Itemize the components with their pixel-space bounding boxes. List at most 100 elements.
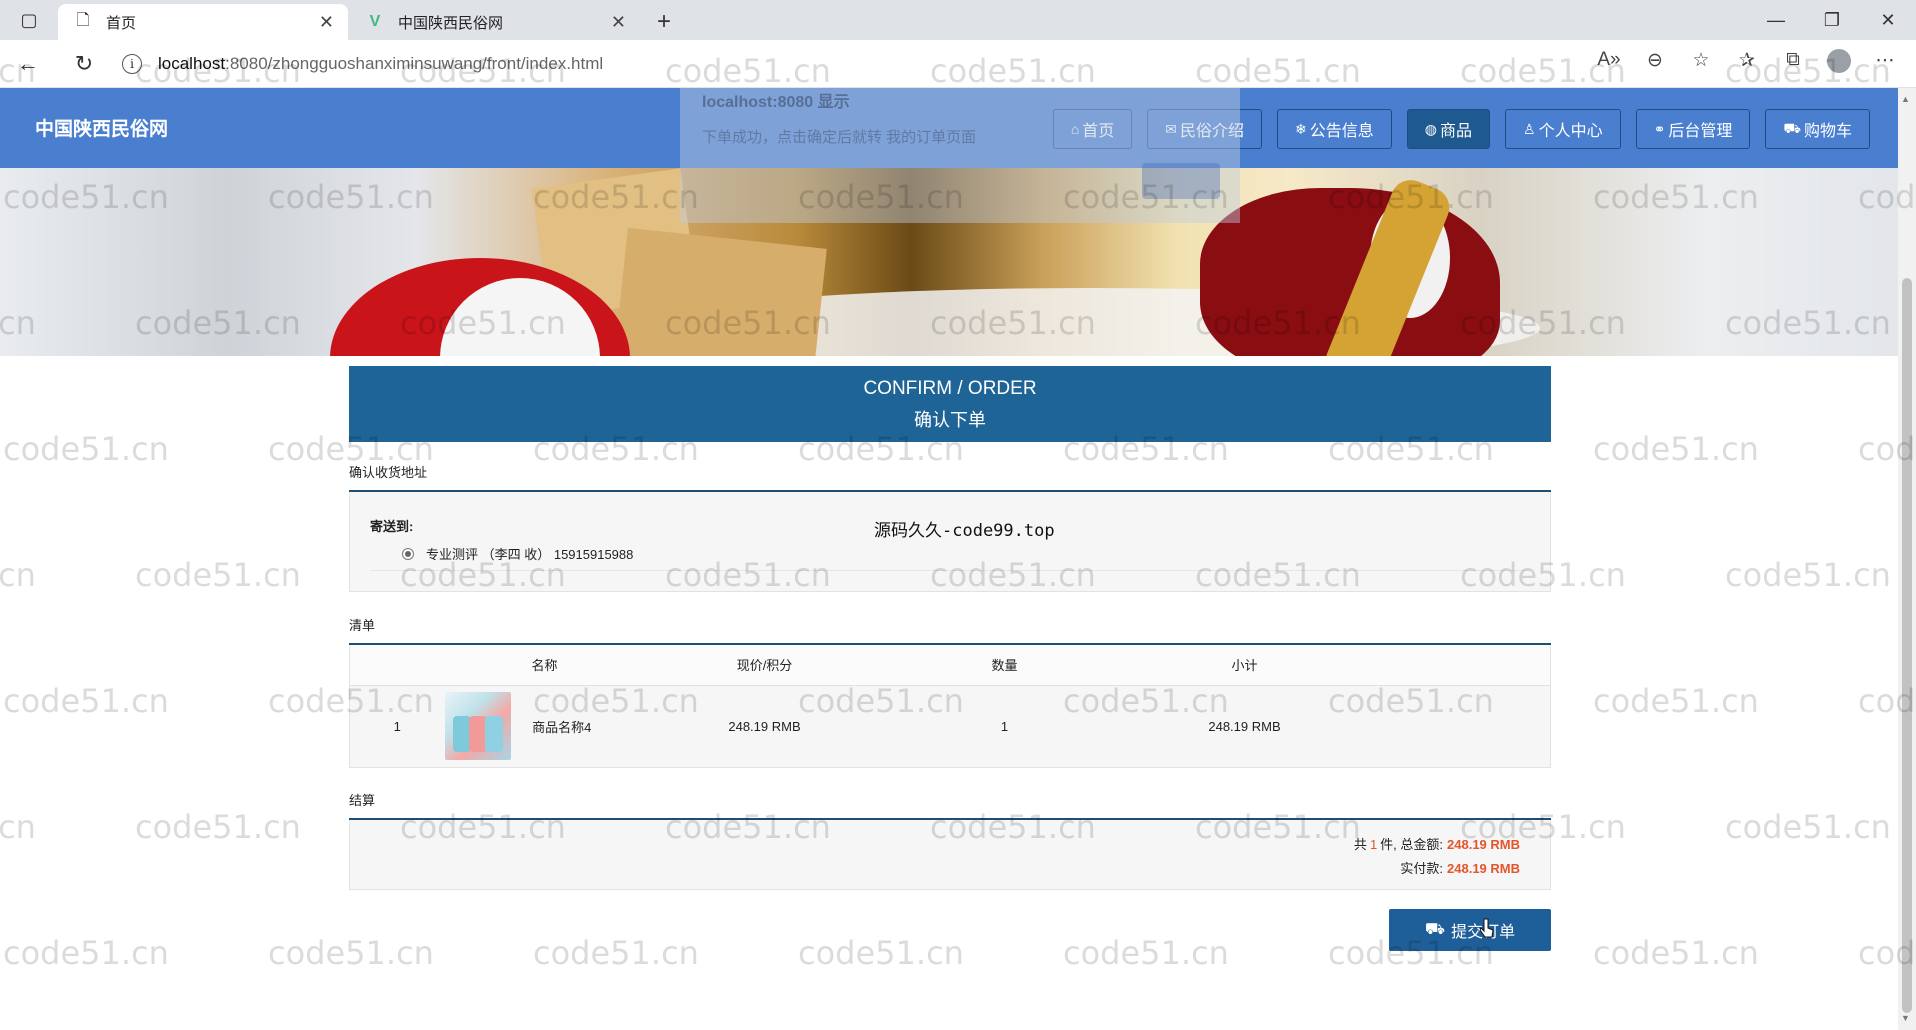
minimize-icon[interactable]: — [1748,0,1804,40]
table-row: 1 商品名称4 248.19 RMB 1 248.19 RMB [350,685,1551,767]
col-price: 现价/积分 [644,645,885,686]
info-icon[interactable]: i [122,53,142,74]
address-section-label: 确认收货地址 [349,465,428,480]
product-thumbnail[interactable] [444,692,511,760]
count-prefix: 共 [1353,836,1367,852]
nav-user-center[interactable]: ♙ 个人中心 [1505,109,1621,149]
row-price: 248.19 RMB [728,718,801,734]
url-field[interactable]: i localhost:8080/zhongguoshanximinsuwang… [122,46,1586,82]
cart-icon: ⛟ [1783,119,1801,136]
alert-message: 下单成功，点击确定后就转 我的订单页面 [702,129,977,146]
watermark-text: code51.cn [1063,934,1229,972]
order-items-table: 名称 现价/积分 数量 小计 1 商品名称4 248.19 RMB 1 248.… [349,645,1551,768]
nav-label: 购物车 [1803,123,1852,140]
submit-order-button[interactable]: ⛟ 提交订单 [1389,909,1551,951]
profile-avatar[interactable] [1816,48,1862,79]
settle-box: 共 1 件, 总金额: 248.19 RMB 实付款: 248.19 RMB [349,819,1551,890]
browser-tab-site[interactable]: V 中国陕西民俗网 ✕ [350,4,640,40]
radio-selected[interactable] [402,547,414,560]
restore-icon[interactable]: ❐ [1804,0,1860,40]
paid-amount: 248.19 RMB [1447,860,1520,876]
globe-icon: ◍ [1424,120,1438,137]
total-line: 共 1 件, 总金额: 248.19 RMB [1354,834,1520,853]
close-window-icon[interactable]: ✕ [1860,0,1916,40]
watermark-text: code51.cn [533,934,699,972]
more-icon[interactable]: ⋯ [1862,49,1908,79]
url-host: localhost [158,53,226,73]
scroll-thumb[interactable] [1902,278,1912,1013]
tab-title: 中国陕西民俗网 [398,14,504,32]
nav-products[interactable]: ◍ 商品 [1406,109,1491,149]
paid-label: 实付款: [1400,860,1444,876]
address-option[interactable]: 专业测评 （李四 收） 15915915988 [402,544,633,563]
tab-actions-icon[interactable]: ▢ [0,0,58,40]
new-tab-button[interactable]: + [642,4,686,40]
url-path: :8080/zhongguoshanximinsuwang/front/inde… [225,53,604,73]
window-controls: — ❐ ✕ [1748,0,1916,40]
collections-icon[interactable]: ⧉ [1770,49,1816,79]
confirm-header: CONFIRM / ORDER 确认下单 [349,366,1551,442]
favorite-add-icon[interactable]: ☆ [1678,49,1724,79]
row-spacer [1365,685,1551,767]
nav-admin[interactable]: ⚭ 后台管理 [1635,109,1751,149]
back-icon[interactable]: ← [0,51,56,77]
watermark-text: code51.cn [0,556,36,594]
zoom-out-icon[interactable]: ⊖ [1632,49,1678,79]
link-icon: ⚭ [1653,120,1666,137]
row-subtotal: 248.19 RMB [1208,718,1281,734]
nav-cart[interactable]: ⛟ 购物车 [1765,109,1870,149]
alert-ok-button[interactable] [1142,163,1220,199]
nav-label: 商品 [1440,123,1473,140]
watermark-text: code51.cn [1725,556,1891,594]
address-box: 寄送到: 源码久久-code99.top 专业测评 （李四 收） 1591591… [349,492,1551,592]
mouse-cursor-icon [1480,918,1494,938]
banner-gift-box [613,227,827,356]
browser-tab-bar: ▢ 🗋 首页 ✕ V 中国陕西民俗网 ✕ + — ❐ ✕ [0,0,1916,40]
address-divider [370,570,1530,571]
table-header-row: 名称 现价/积分 数量 小计 [349,645,1551,686]
nav-label: 公告信息 [1309,123,1374,140]
watermark-text: code51.cn [1725,808,1891,846]
product-name: 商品名称4 [532,719,592,735]
watermark-text: code51.cn [0,808,36,846]
watermark-text: code51.cn [3,430,169,468]
order-confirm-panel: CONFIRM / ORDER 确认下单 确认收货地址 寄送到: 源码久久-co… [349,366,1551,951]
col-index [349,645,445,686]
watermark-text: code51.cn [3,934,169,972]
settle-section-label: 结算 [349,792,376,808]
nav-notices[interactable]: ❄ 公告信息 [1277,109,1392,149]
refresh-icon[interactable]: ↻ [56,51,112,77]
row-index: 1 [393,718,401,734]
notice-icon: ❄ [1295,120,1307,137]
paid-line: 实付款: 248.19 RMB [1400,858,1520,877]
scroll-down-icon[interactable]: ▼ [1901,1013,1910,1023]
favorites-icon[interactable]: ✰ [1724,49,1770,79]
close-icon[interactable]: ✕ [319,12,334,33]
address-option-text: 专业测评 （李四 收） 15915915988 [426,547,634,562]
read-aloud-icon[interactable]: A» [1586,49,1632,79]
watermark-text: code51.cn [268,934,434,972]
watermark-text: code51.cn [1593,682,1759,720]
col-qty: 数量 [884,645,1125,686]
list-section: 清单 名称 现价/积分 数量 小计 1 商品名称4 248.19 RMB 1 2… [349,615,1551,768]
settle-section: 结算 共 1 件, 总金额: 248.19 RMB 实付款: 248.19 RMB [349,790,1551,890]
page-icon: 🗋 [76,11,90,29]
list-section-label: 清单 [349,618,376,633]
count-suffix: 件, 总金额: [1380,836,1444,852]
close-icon[interactable]: ✕ [611,12,626,33]
col-spacer [1364,645,1551,686]
vue-icon: V [369,13,381,30]
alert-title: localhost:8080 显示 [702,94,850,111]
item-count: 1 [1369,836,1378,852]
browser-tab-home[interactable]: 🗋 首页 ✕ [58,4,348,40]
watermark-text: code51.cn [3,682,169,720]
address-bar: ← ↻ i localhost:8080/zhongguoshanximinsu… [0,40,1916,88]
site-title: 中国陕西民俗网 [35,119,169,140]
watermark-text: code51.cn [798,934,964,972]
confirm-title-en: CONFIRM / ORDER [863,378,1037,399]
watermark-text: code51.cn [135,556,301,594]
cart-icon: ⛟ [1424,921,1446,938]
page-scrollbar[interactable]: ▲ ▼ [1898,88,1916,1030]
watermark-text: code51.cn [1593,430,1759,468]
scroll-up-icon[interactable]: ▲ [1901,94,1910,104]
